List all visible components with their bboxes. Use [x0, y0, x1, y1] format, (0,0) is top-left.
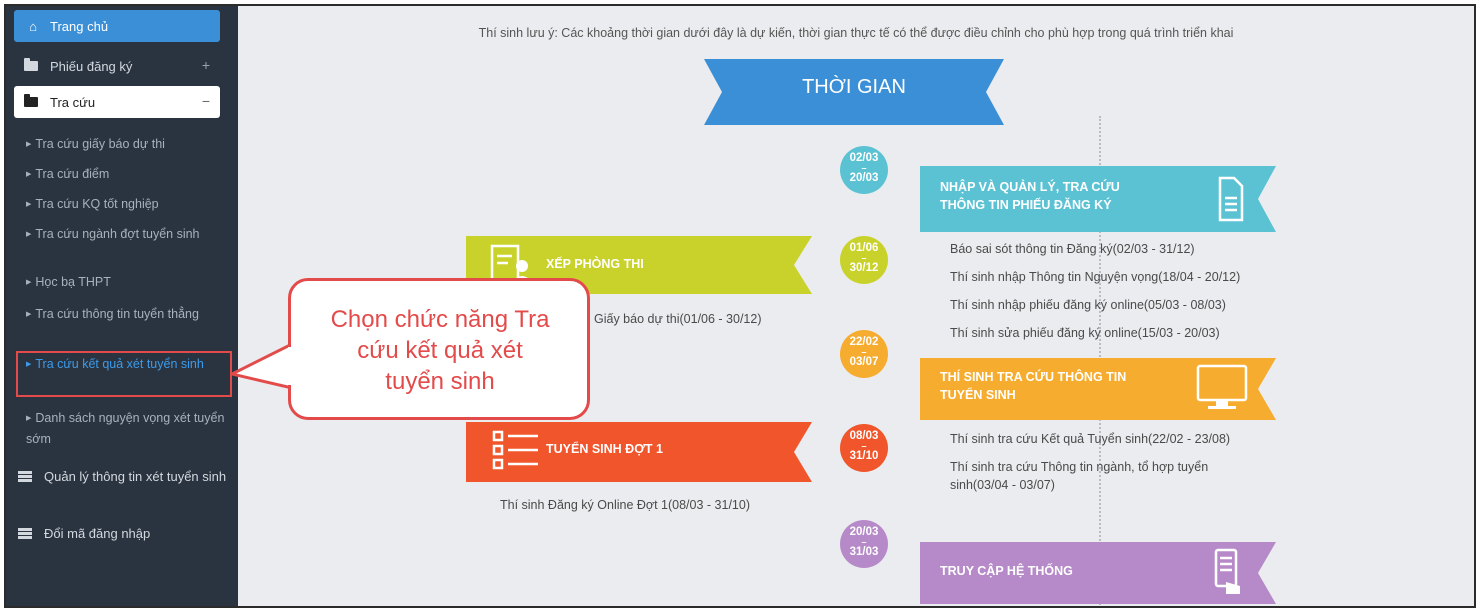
- app-frame: ⌂ Trang chủ Phiếu đăng ký + Tra cứu − ▶ T…: [4, 4, 1476, 608]
- sidebar-item-home[interactable]: ⌂ Trang chủ: [14, 10, 220, 42]
- sidebar-item-label: Tra cứu: [50, 94, 96, 110]
- caret-right-icon: ▶: [26, 231, 32, 238]
- date-end: 31/10: [849, 450, 879, 462]
- sidebar-subitem-early-wishes[interactable]: ▶ Danh sách nguyện vọng xét tuyển sớm: [26, 408, 226, 449]
- sidebar-subitem-label: Tra cứu thông tin tuyển thẳng: [35, 307, 199, 321]
- section-title-system-access: TRUY CẬP HỆ THỐNG: [940, 564, 1073, 578]
- section-title-line: THÍ SINH TRA CỨU THÔNG TIN: [940, 370, 1127, 384]
- caret-right-icon: ▶: [26, 201, 32, 208]
- caret-right-icon: ▶: [26, 415, 32, 422]
- timeline-item: Thí sinh sửa phiếu đăng ký online(15/03 …: [950, 326, 1220, 340]
- timeline-item: Báo sai sót thông tin Đăng ký(02/03 - 31…: [950, 242, 1195, 256]
- section-title-line: TUYỂN SINH: [940, 388, 1016, 402]
- collapse-icon[interactable]: −: [202, 93, 210, 109]
- sidebar-subitem-label: Tra cứu điểm: [35, 167, 110, 181]
- sidebar-subitem-transcript[interactable]: ▶ Học bạ THPT: [26, 272, 226, 293]
- sidebar-item-manage[interactable]: Quản lý thông tin xét tuyển sinh: [18, 466, 228, 488]
- sidebar-item-label: Phiếu đăng ký: [50, 58, 133, 74]
- timeline-item: Thí sinh tra cứu Kết quả Tuyển sinh(22/0…: [950, 432, 1231, 446]
- selection-highlight: [16, 351, 232, 397]
- caret-right-icon: ▶: [26, 279, 32, 286]
- timeline-item: Thí sinh tra cứu Thông tin ngành, tổ hợp…: [950, 460, 1209, 474]
- home-icon: ⌂: [29, 18, 37, 34]
- expand-icon[interactable]: +: [202, 57, 210, 73]
- timeline-banner-title: THỜI GIAN: [802, 76, 906, 98]
- sidebar-subitem-direct-admission[interactable]: ▶ Tra cứu thông tin tuyển thẳng: [26, 304, 226, 325]
- sidebar-item-lookup[interactable]: Tra cứu −: [14, 86, 220, 118]
- timeline-item: Thí sinh Đăng ký Online Đợt 1(08/03 - 31…: [500, 498, 750, 512]
- sidebar-subitem-graduation[interactable]: ▶ Tra cứu KQ tốt nghiệp: [26, 194, 226, 215]
- section-title-line: THÔNG TIN PHIẾU ĐĂNG KÝ: [940, 198, 1112, 212]
- callout-text-line: cứu kết quả xét: [357, 337, 523, 364]
- sidebar: ⌂ Trang chủ Phiếu đăng ký + Tra cứu − ▶ T…: [6, 6, 238, 606]
- timeline-item: Giấy báo dự thi(01/06 - 30/12): [594, 312, 762, 326]
- timeline-item: sinh(03/04 - 03/07): [950, 478, 1055, 492]
- date-end: 03/07: [849, 356, 879, 368]
- date-end: 20/03: [849, 172, 879, 184]
- sidebar-item-label: Quản lý thông tin xét tuyển sinh: [44, 469, 227, 484]
- section-title-round1: TUYỂN SINH ĐỢT 1: [546, 442, 663, 456]
- folder-icon: [24, 58, 38, 71]
- timeline-date-dot: 22/02–03/07: [840, 330, 888, 378]
- timeline-date-dot: 08/03–31/10: [840, 424, 888, 472]
- notice-text: Thí sinh lưu ý: Các khoảng thời gian dướ…: [478, 26, 1234, 40]
- list-icon: [18, 471, 32, 482]
- callout-text-line: tuyển sinh: [385, 368, 495, 395]
- timeline-item: Thí sinh nhập phiếu đăng ký online(05/03…: [950, 298, 1226, 312]
- section-title-exam-room: XẾP PHÒNG THI: [546, 257, 644, 271]
- callout-text-line: Chọn chức năng Tra: [330, 306, 550, 333]
- sidebar-item-label: Đổi mã đăng nhập: [44, 526, 151, 541]
- sidebar-subitem-label: Tra cứu KQ tốt nghiệp: [35, 197, 159, 211]
- date-end: 30/12: [849, 262, 879, 274]
- callout-pointer-mask: [288, 347, 296, 385]
- sidebar-subitem-scores[interactable]: ▶ Tra cứu điểm: [26, 164, 226, 185]
- section-title-register-info: NHẬP VÀ QUẢN LÝ, TRA CỨU THÔNG TIN PHIẾU…: [940, 178, 1120, 214]
- timeline-date-dot: 01/06–30/12: [840, 236, 888, 284]
- timeline-item: Thí sinh nhập Thông tin Nguyện vọng(18/0…: [950, 270, 1241, 284]
- section-title-line: NHẬP VÀ QUẢN LÝ, TRA CỨU: [940, 180, 1120, 194]
- sidebar-subitem-label: Danh sách nguyện vọng xét tuyển sớm: [26, 411, 225, 446]
- caret-right-icon: ▶: [26, 171, 32, 178]
- sidebar-subitem-label: Tra cứu ngành đợt tuyển sinh: [35, 227, 200, 241]
- caret-right-icon: ▶: [26, 311, 32, 318]
- caret-right-icon: ▶: [26, 141, 32, 148]
- section-title-lookup-info: THÍ SINH TRA CỨU THÔNG TIN TUYỂN SINH: [940, 368, 1126, 404]
- timeline-date-dot: 20/03–31/03: [840, 520, 888, 568]
- sidebar-item-change-login[interactable]: Đổi mã đăng nhập: [18, 523, 228, 545]
- timeline-date-dot: 02/03–20/03: [840, 146, 888, 194]
- sidebar-subitem-label: Học bạ THPT: [35, 275, 111, 289]
- date-end: 31/03: [849, 546, 879, 558]
- folder-icon: [24, 94, 38, 107]
- list-icon: [18, 528, 32, 539]
- sidebar-subitem-majors[interactable]: ▶ Tra cứu ngành đợt tuyển sinh: [26, 224, 226, 245]
- sidebar-subitem-exam-notice[interactable]: ▶ Tra cứu giấy báo dự thi: [26, 134, 226, 155]
- sidebar-subitem-label: Tra cứu giấy báo dự thi: [35, 137, 165, 151]
- sidebar-item-registration[interactable]: Phiếu đăng ký +: [14, 50, 220, 82]
- callout-text: Chọn chức năng Tra cứu kết quả xét tuyển…: [306, 304, 574, 397]
- sidebar-item-label: Trang chủ: [50, 18, 109, 34]
